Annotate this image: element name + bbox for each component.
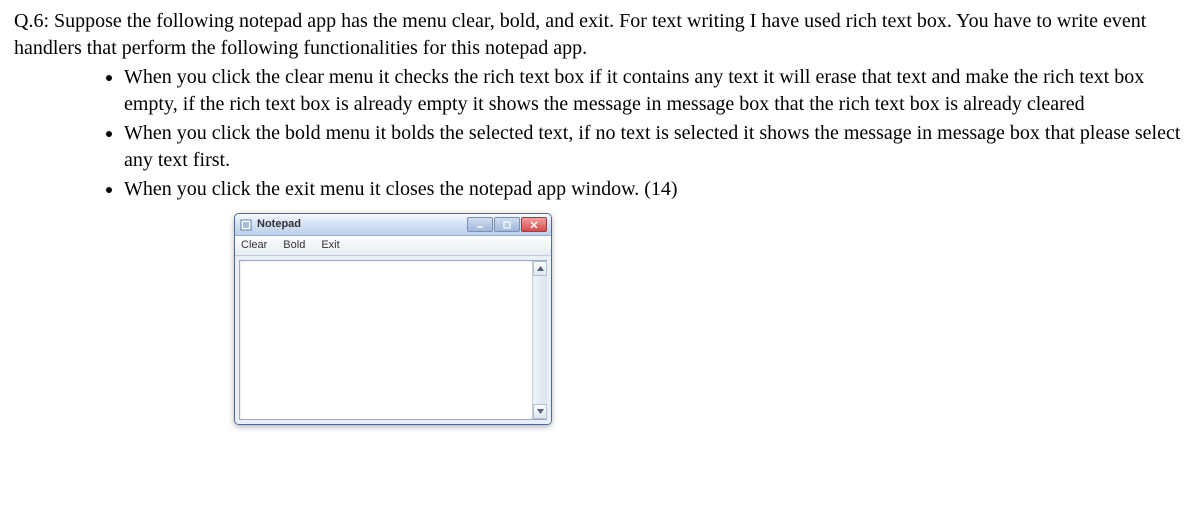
- titlebar[interactable]: Notepad: [235, 214, 551, 236]
- minimize-button[interactable]: [467, 217, 493, 232]
- scroll-down-button[interactable]: [533, 404, 547, 419]
- question-heading: Q.6: Suppose the following notepad app h…: [14, 8, 1186, 62]
- maximize-button[interactable]: [494, 217, 520, 232]
- question-bullet-list: When you click the clear menu it checks …: [104, 64, 1186, 203]
- menu-clear[interactable]: Clear: [241, 238, 267, 253]
- richtextbox-container: [235, 256, 551, 424]
- menu-exit[interactable]: Exit: [321, 238, 339, 253]
- list-item: When you click the clear menu it checks …: [124, 64, 1186, 118]
- scroll-track[interactable]: [533, 276, 547, 404]
- menubar: Clear Bold Exit: [235, 236, 551, 256]
- close-button[interactable]: [521, 217, 547, 232]
- scroll-up-button[interactable]: [533, 261, 547, 276]
- richtextbox[interactable]: [239, 260, 547, 420]
- list-item: When you click the exit menu it closes t…: [124, 176, 1186, 203]
- vertical-scrollbar[interactable]: [532, 261, 547, 419]
- list-item: When you click the bold menu it bolds th…: [124, 120, 1186, 174]
- window-title: Notepad: [257, 217, 467, 232]
- app-icon: [239, 218, 253, 232]
- menu-bold[interactable]: Bold: [283, 238, 305, 253]
- notepad-window: Notepad Clear Bold Exit: [234, 213, 552, 425]
- window-controls: [467, 217, 547, 232]
